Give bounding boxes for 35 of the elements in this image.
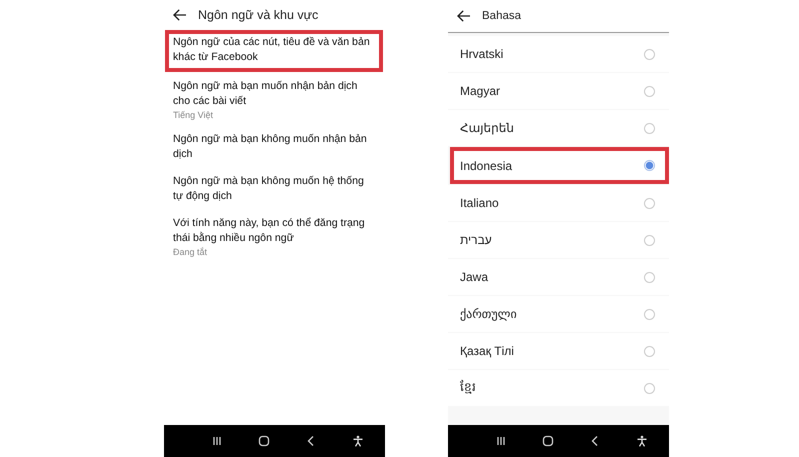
settings-item[interactable]: Với tính năng này, bạn có thể đăng trạng thái bằng nhiều ngôn ngữ Đang tắt <box>165 211 383 264</box>
radio-button[interactable] <box>644 346 655 356</box>
language-option[interactable]: ქართული <box>448 296 669 332</box>
language-option[interactable]: Indonesia <box>450 147 669 184</box>
radio-button[interactable] <box>644 48 655 60</box>
language-option[interactable]: Հայերեն <box>448 110 669 146</box>
home-icon[interactable] <box>542 435 554 447</box>
accessibility-icon[interactable] <box>636 435 648 447</box>
radio-button[interactable] <box>644 308 655 320</box>
screen-title: Ngôn ngữ và khu vực <box>198 8 318 22</box>
back-arrow-icon[interactable] <box>457 10 471 22</box>
language-option[interactable]: Italiano <box>448 185 669 221</box>
radio-button[interactable] <box>644 382 655 394</box>
radio-button[interactable] <box>644 234 655 246</box>
settings-item[interactable]: Ngôn ngữ mà bạn không muốn nhận bản dịch <box>165 127 383 169</box>
accessibility-icon[interactable] <box>352 435 364 447</box>
language-option[interactable]: ខ្មែរ <box>448 370 669 406</box>
screen-title: Bahasa <box>482 10 522 22</box>
back-arrow-icon[interactable] <box>173 9 187 21</box>
settings-item[interactable]: Ngôn ngữ của các nút, tiêu đề và văn bản khác từ Facebook <box>165 30 383 72</box>
recent-apps-icon[interactable] <box>495 435 508 447</box>
radio-button[interactable] <box>644 122 655 134</box>
language-option[interactable]: Magyar <box>448 73 669 109</box>
radio-button[interactable] <box>644 198 655 208</box>
language-option[interactable]: Қазақ Тілі <box>448 333 669 369</box>
radio-button[interactable] <box>644 86 655 96</box>
home-icon[interactable] <box>258 435 270 447</box>
language-option[interactable]: עברית <box>448 222 669 258</box>
settings-item[interactable]: Ngôn ngữ mà bạn không muốn hệ thống tự động dịch <box>165 169 383 211</box>
settings-item[interactable]: Ngôn ngữ mà bạn muốn nhận bản dịch cho các bài viết Tiếng Việt <box>165 74 383 127</box>
language-option[interactable]: Jawa <box>448 259 669 295</box>
recent-apps-icon[interactable] <box>211 435 224 447</box>
language-option[interactable]: Hrvatski <box>448 36 669 72</box>
radio-button[interactable] <box>644 272 655 282</box>
radio-button[interactable] <box>644 160 655 171</box>
